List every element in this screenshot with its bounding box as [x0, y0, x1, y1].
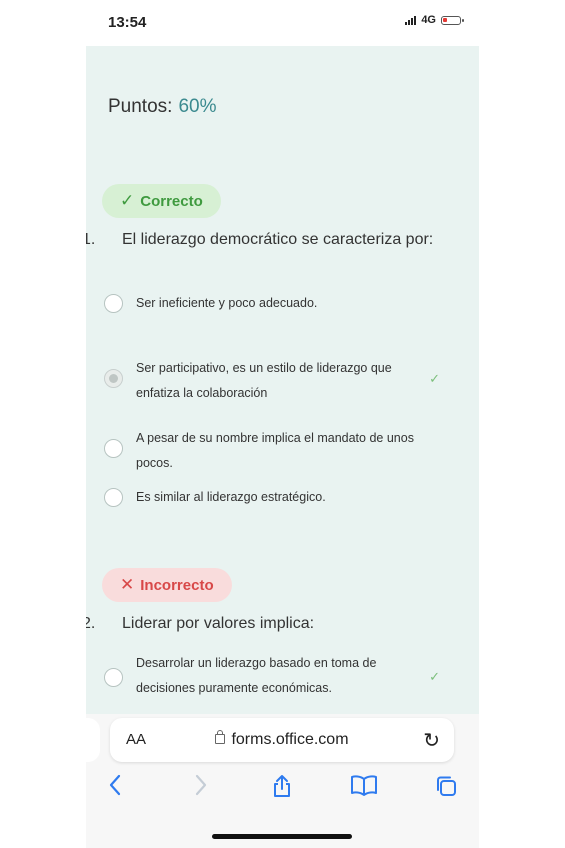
option-text: A pesar de su nombre implica el mandato … — [136, 431, 414, 470]
address-bar[interactable]: AA forms.office.com ↻ — [110, 718, 454, 762]
score-label: Puntos: — [108, 96, 173, 117]
score: Puntos: 60% — [108, 96, 216, 118]
question-2: 2. Liderar por valores implica: — [86, 612, 442, 635]
radio-button[interactable] — [104, 488, 123, 507]
quiz-results: Puntos: 60% ✓ Correcto 1. El liderazgo dem… — [86, 46, 479, 714]
option-text: Ser ineficiente y poco adecuado. — [136, 296, 318, 310]
browser-toolbar — [86, 774, 479, 808]
option-q1-1[interactable]: Ser ineficiente y poco adecuado. — [104, 294, 444, 316]
status-indicators: 4G — [405, 14, 464, 26]
question-number: 1. — [86, 231, 96, 248]
url-display[interactable]: forms.office.com — [110, 730, 454, 749]
battery-icon — [441, 15, 464, 25]
radio-button[interactable] — [104, 439, 123, 458]
question-text: Liderar por valores implica: — [122, 615, 315, 632]
question-1: 1. El liderazgo democrático se caracteriz… — [86, 228, 442, 251]
previous-tab-edge[interactable] — [86, 718, 100, 762]
option-text: Desarrolar un liderazgo basado en toma d… — [136, 656, 377, 695]
result-badge-correct: ✓ Correcto — [102, 184, 221, 218]
network-label: 4G — [421, 14, 436, 26]
score-value: 60% — [178, 96, 217, 117]
check-icon: ✓ — [120, 191, 135, 210]
status-time: 13:54 — [108, 14, 147, 31]
lock-icon — [215, 730, 226, 744]
option-text: Ser participativo, es un estilo de lider… — [136, 361, 392, 400]
option-q1-2[interactable]: Ser participativo, es un estilo de lider… — [104, 359, 444, 406]
share-icon[interactable] — [271, 774, 293, 804]
radio-button[interactable] — [104, 294, 123, 313]
question-text: El liderazgo democrático se caracteriza … — [122, 231, 434, 248]
option-q1-4[interactable]: Es similar al liderazgo estratégico. — [104, 488, 444, 510]
option-text: Es similar al liderazgo estratégico. — [136, 490, 326, 504]
result-label: Correcto — [140, 192, 203, 210]
forward-icon[interactable] — [194, 774, 208, 802]
url-text: forms.office.com — [231, 731, 349, 748]
option-q2-1[interactable]: Desarrolar un liderazgo basado en toma d… — [104, 654, 444, 701]
x-icon: ✕ — [120, 575, 135, 594]
browser-chrome: AA forms.office.com ↻ — [86, 714, 479, 848]
result-label: Incorrecto — [140, 576, 214, 594]
home-indicator[interactable] — [212, 834, 352, 839]
correct-check-icon: ✓ — [429, 669, 440, 684]
radio-button-selected[interactable] — [104, 369, 123, 388]
back-icon[interactable] — [108, 774, 122, 802]
result-badge-incorrect: ✕ Incorrecto — [102, 568, 232, 602]
status-bar: 13:54 4G — [86, 0, 479, 46]
bookmarks-icon[interactable] — [350, 774, 378, 802]
radio-button[interactable] — [104, 668, 123, 687]
correct-check-icon: ✓ — [429, 371, 440, 386]
option-q1-3[interactable]: A pesar de su nombre implica el mandato … — [104, 429, 444, 476]
tabs-icon[interactable] — [434, 774, 458, 804]
question-number: 2. — [86, 615, 96, 632]
reload-icon[interactable]: ↻ — [423, 728, 440, 753]
signal-icon — [405, 15, 417, 25]
